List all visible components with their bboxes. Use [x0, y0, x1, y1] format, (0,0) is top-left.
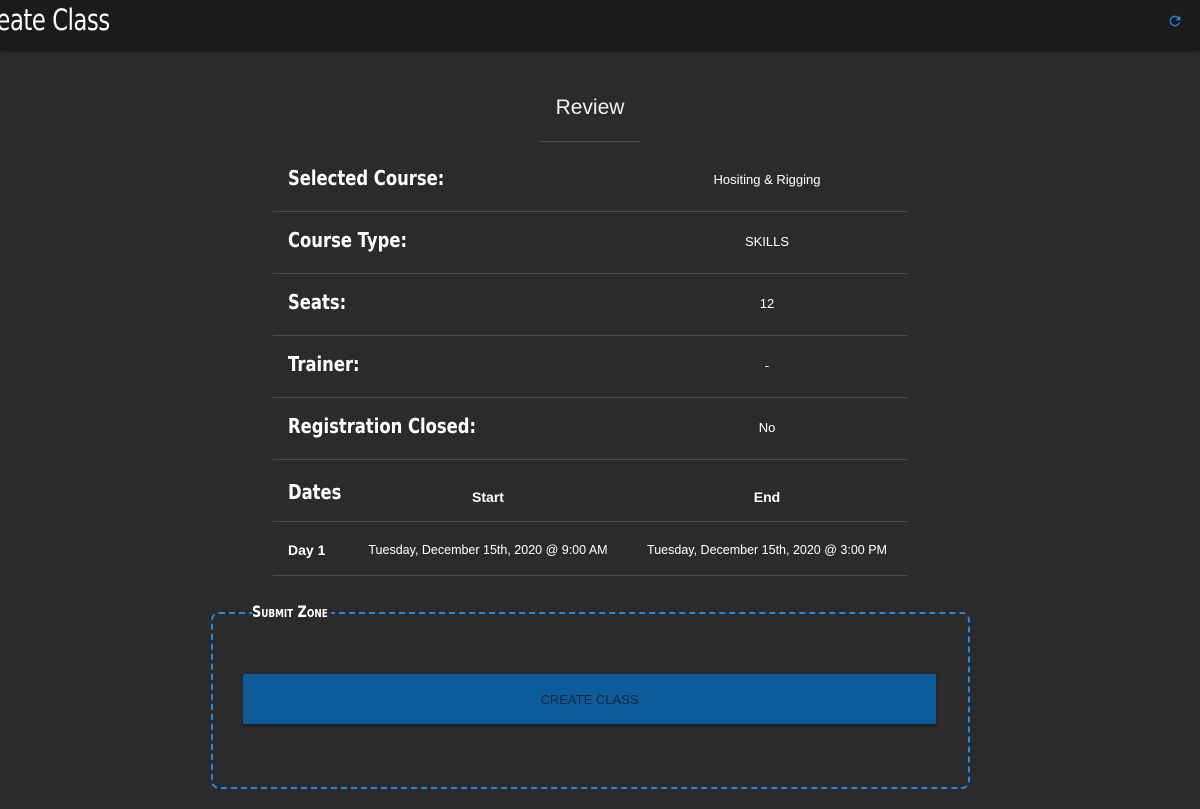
dates-header-row: Dates Start End: [273, 460, 907, 522]
review-row-seats: Seats: 12: [273, 274, 907, 336]
review-divider: [539, 141, 641, 142]
review-row-trainer: Trainer: -: [273, 336, 907, 398]
course-type-label: Course Type:: [288, 228, 408, 252]
start-column-header: Start: [472, 489, 504, 505]
registration-closed-label: Registration Closed:: [288, 414, 477, 438]
day-start-date: Tuesday, December 15th, 2020 @ 9:00 AM: [368, 543, 608, 557]
review-row-course-type: Course Type: SKILLS: [273, 212, 907, 274]
dates-label: Dates: [288, 480, 342, 504]
refresh-icon: [1169, 15, 1181, 27]
day-label: Day 1: [288, 542, 326, 558]
seats-value: 12: [759, 296, 775, 311]
review-row-registration-closed: Registration Closed: No: [273, 398, 907, 460]
date-row: Day 1 Tuesday, December 15th, 2020 @ 9:0…: [273, 522, 907, 576]
review-row-selected-course: Selected Course: Hositing & Rigging: [273, 150, 907, 212]
refresh-button[interactable]: [1164, 10, 1186, 32]
trainer-label: Trainer:: [288, 352, 360, 376]
registration-closed-value: No: [758, 420, 776, 435]
end-column-header: End: [753, 489, 781, 505]
review-table: Selected Course: Hositing & Rigging Cour…: [273, 150, 907, 576]
page-title: reate Class: [0, 3, 110, 37]
submit-zone-legend: Submit Zone: [252, 602, 331, 621]
course-type-value: SKILLS: [744, 234, 790, 249]
review-heading: Review: [555, 96, 625, 119]
day-end-date: Tuesday, December 15th, 2020 @ 3:00 PM: [647, 543, 887, 557]
selected-course-label: Selected Course:: [288, 166, 445, 190]
trainer-value: -: [764, 358, 770, 373]
app-header: reate Class: [0, 0, 1200, 50]
seats-label: Seats:: [288, 290, 347, 314]
selected-course-value: Hositing & Rigging: [713, 172, 821, 187]
create-class-button[interactable]: CREATE CLASS: [243, 674, 936, 724]
